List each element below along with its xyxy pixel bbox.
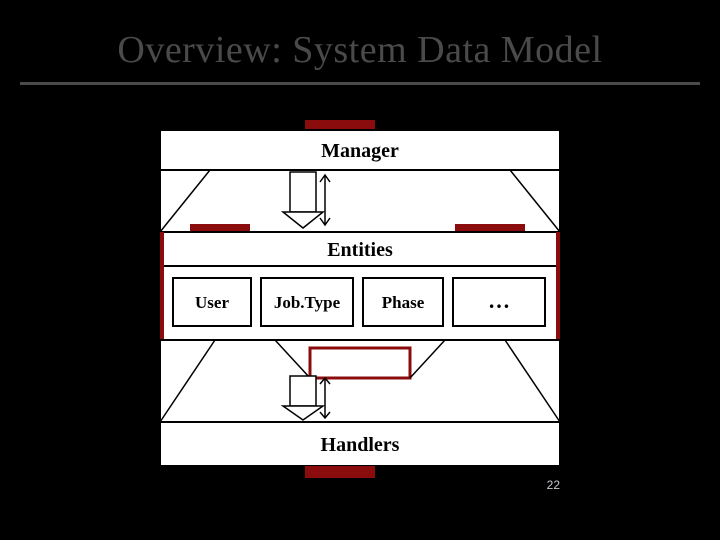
slide-title: Overview: System Data Model xyxy=(0,28,720,72)
svg-text:Phase: Phase xyxy=(382,293,425,312)
handlers-label: Handlers xyxy=(321,434,400,456)
title-underline xyxy=(20,82,700,85)
svg-text:User: User xyxy=(195,293,229,312)
manager-red-tab xyxy=(305,120,375,130)
data-model-diagram: Manager Entities xyxy=(155,120,565,490)
entities-label: Entities xyxy=(327,239,393,261)
manager-entities-gap xyxy=(160,170,560,232)
entities-red-side-r xyxy=(556,232,560,340)
handlers-red-tab xyxy=(305,466,375,478)
entity-box-jobtype: Job.Type xyxy=(261,278,353,326)
slide: Overview: System Data Model Manager xyxy=(0,0,720,540)
entities-red-side-l xyxy=(160,232,164,340)
entity-box-user: User xyxy=(173,278,251,326)
entity-box-phase: Phase xyxy=(363,278,443,326)
svg-text:Job.Type: Job.Type xyxy=(274,293,341,312)
page-number: 22 xyxy=(547,478,560,492)
svg-text:…: … xyxy=(488,288,510,313)
entity-box-ellipsis: … xyxy=(453,278,545,326)
entities-handlers-gap xyxy=(160,340,560,422)
manager-label: Manager xyxy=(321,140,399,162)
